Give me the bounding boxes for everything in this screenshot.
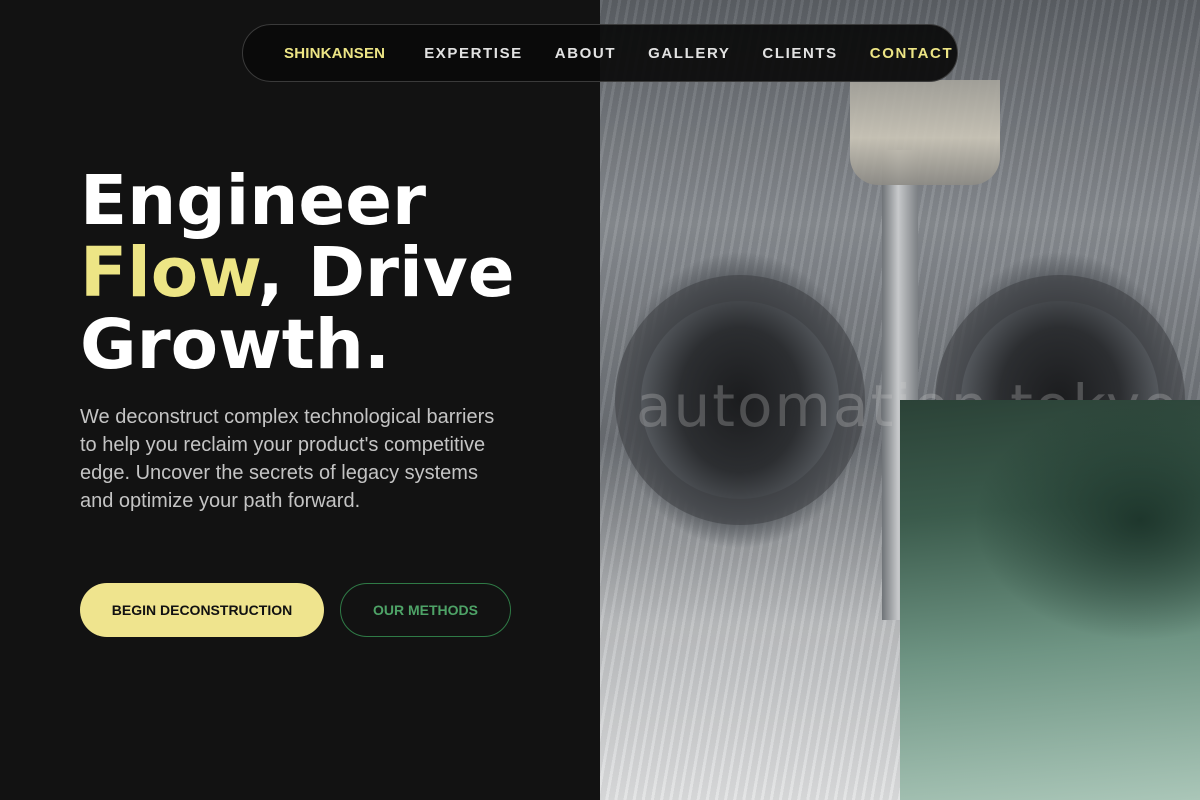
hero-headline: Engineer Flow, Drive Growth. (80, 165, 515, 381)
nav-link-contact[interactable]: CONTACT (870, 45, 953, 62)
begin-deconstruction-button[interactable]: BEGIN DECONSTRUCTION (80, 583, 324, 637)
hero-left-panel (0, 0, 600, 800)
headline-line-3: Growth. (80, 305, 391, 385)
nav-link-gallery[interactable]: GALLERY (648, 45, 730, 62)
hero-description: We deconstruct complex technological bar… (80, 406, 495, 512)
headline-line-2-rest: , Drive (257, 233, 515, 313)
nav-link-expertise[interactable]: EXPERTISE (424, 45, 523, 62)
our-methods-button[interactable]: OUR METHODS (340, 583, 511, 637)
headline-highlight: Flow (80, 233, 258, 313)
nav-link-clients[interactable]: CLIENTS (762, 45, 837, 62)
nav-link-about[interactable]: ABOUT (555, 45, 616, 62)
top-navigation: SHINKANSEN EXPERTISE ABOUT GALLERY CLIEN… (242, 24, 958, 82)
brand-logo[interactable]: SHINKANSEN (284, 45, 385, 62)
headline-line-1: Engineer (80, 161, 427, 241)
engine-bracket (850, 80, 1000, 185)
green-gradient-panel (900, 400, 1200, 800)
